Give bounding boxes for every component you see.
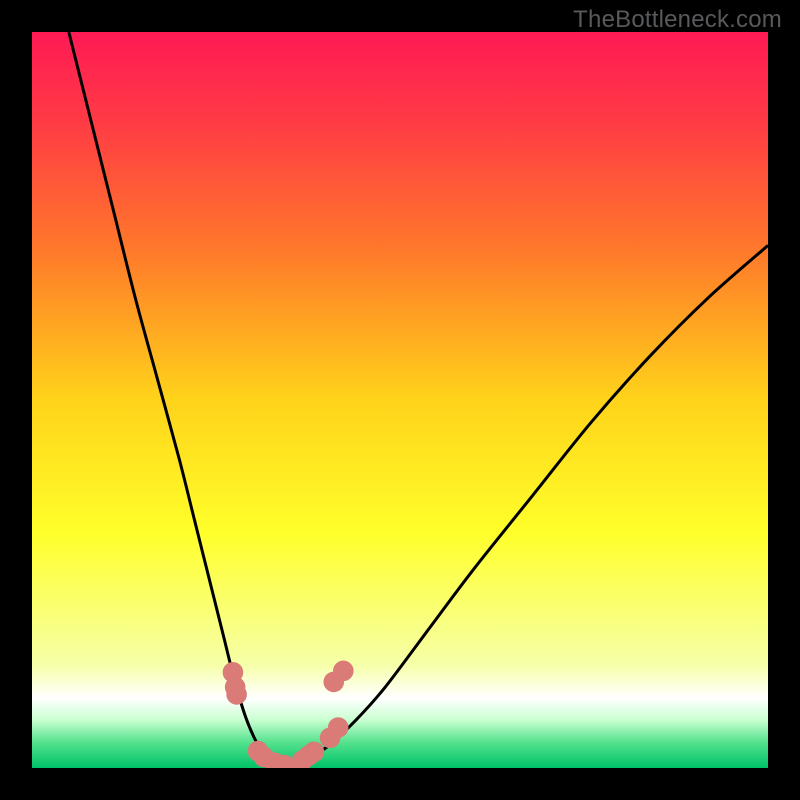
data-marker (328, 717, 349, 738)
data-marker (333, 661, 354, 682)
chart-svg (0, 0, 800, 800)
gradient-background (32, 32, 768, 768)
data-marker (226, 684, 247, 705)
watermark-text: TheBottleneck.com (573, 6, 782, 34)
data-marker (304, 742, 325, 763)
chart-frame: TheBottleneck.com (0, 0, 800, 800)
plot-area (0, 0, 800, 800)
